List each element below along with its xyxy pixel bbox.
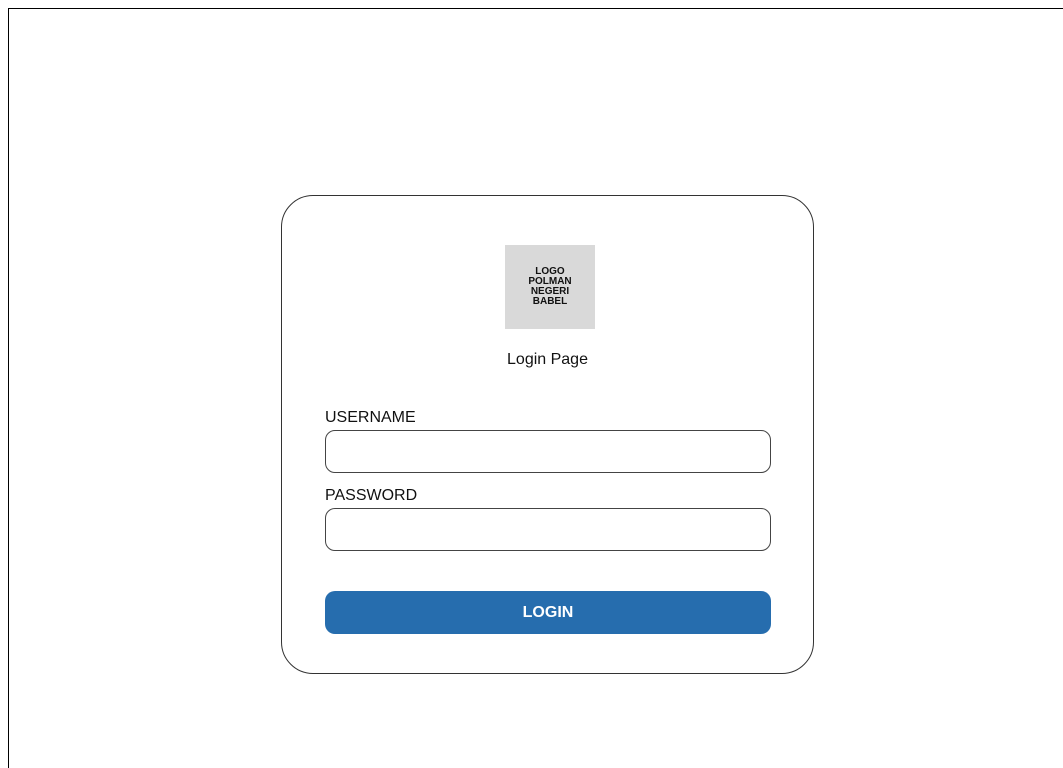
password-input[interactable] bbox=[325, 508, 771, 551]
page-title: Login Page bbox=[507, 351, 588, 368]
password-label: PASSWORD bbox=[325, 487, 418, 504]
username-label: USERNAME bbox=[325, 409, 416, 426]
logo: LOGO POLMAN NEGERI BABEL bbox=[505, 245, 595, 329]
username-input[interactable] bbox=[325, 430, 771, 473]
page-frame: LOGO POLMAN NEGERI BABEL Login Page USER… bbox=[8, 8, 1063, 768]
logo-text: LOGO POLMAN NEGERI BABEL bbox=[528, 266, 572, 307]
login-button[interactable]: LOGIN bbox=[325, 591, 771, 634]
login-card: LOGO POLMAN NEGERI BABEL Login Page USER… bbox=[281, 195, 814, 674]
